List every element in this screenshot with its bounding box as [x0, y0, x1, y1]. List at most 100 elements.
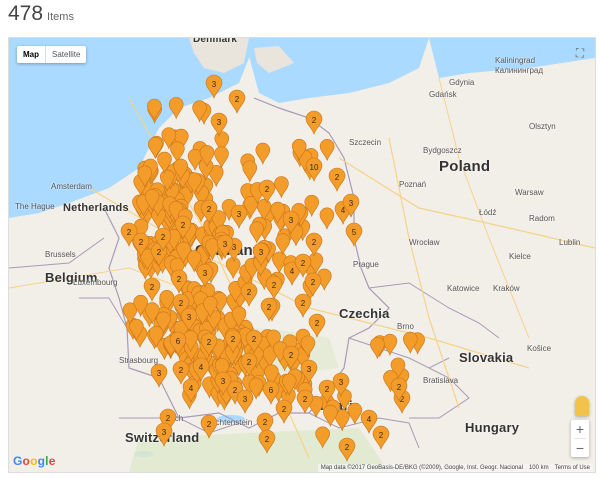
map-cluster-marker[interactable]: 2 — [328, 167, 346, 192]
map-marker-pin[interactable] — [275, 233, 291, 256]
map-cluster-count: 6 — [176, 337, 181, 346]
map-cluster-count: 4 — [199, 363, 204, 372]
map-cluster-count: 2 — [231, 335, 236, 344]
map-type-map-button[interactable]: Map — [17, 46, 45, 63]
google-logo[interactable]: Google — [13, 454, 56, 468]
map-cluster-count: 2 — [379, 431, 384, 440]
map-cluster-marker[interactable]: 2 — [143, 277, 161, 302]
item-count-number: 478 — [8, 2, 44, 25]
map-cluster-count: 2 — [345, 443, 350, 452]
map-marker-pin[interactable] — [323, 404, 338, 428]
map-cluster-count: 3 — [289, 216, 294, 225]
map-cluster-count: 2 — [282, 405, 287, 414]
map-marker-pin[interactable] — [249, 221, 265, 244]
zoom-control: + − — [571, 420, 589, 457]
map-attribution: Map data ©2017 GeoBasis-DE/BKG (©2009), … — [317, 464, 593, 472]
map-cluster-count: 2 — [301, 299, 306, 308]
zoom-out-button[interactable]: − — [571, 439, 589, 457]
map-cluster-marker[interactable]: 10 — [305, 157, 323, 182]
map-cluster-marker[interactable]: 3 — [236, 389, 254, 414]
street-view-pegman-icon[interactable] — [575, 396, 589, 416]
map-cluster-count: 3 — [339, 378, 344, 387]
map-cluster-count: 2 — [207, 338, 212, 347]
map-marker-pin[interactable] — [274, 176, 289, 199]
map-cluster-count: 2 — [289, 351, 294, 360]
map-cluster-count: 2 — [179, 366, 184, 375]
map-cluster-count: 2 — [181, 221, 186, 230]
map-marker-pin[interactable] — [168, 97, 184, 120]
map-cluster-count: 2 — [161, 233, 166, 242]
map-marker-pin[interactable] — [370, 337, 385, 360]
map-cluster-count: 5 — [352, 228, 357, 237]
map-cluster-count: 2 — [267, 303, 272, 312]
map-cluster-marker[interactable]: 3 — [150, 363, 168, 388]
map-cluster-count: 2 — [150, 283, 155, 292]
map-marker-pin[interactable] — [242, 160, 258, 183]
map-cluster-marker[interactable]: 3 — [205, 74, 223, 99]
map-cluster-marker[interactable]: 2 — [308, 313, 326, 338]
map-canvas[interactable]: Denmark Poland Netherlands Belgium Germa… — [8, 37, 596, 473]
map-marker-pin[interactable] — [214, 146, 229, 169]
map-cluster-marker[interactable]: 2 — [305, 232, 323, 257]
map-cluster-count: 2 — [311, 278, 316, 287]
map-cluster-count: 3 — [212, 80, 217, 89]
map-cluster-count: 2 — [312, 238, 317, 247]
logo-letter: e — [48, 454, 56, 468]
map-cluster-marker[interactable]: 2 — [200, 414, 218, 439]
map-marker-pin[interactable] — [382, 333, 398, 357]
map-cluster-marker[interactable]: 2 — [260, 297, 278, 322]
map-cluster-count: 2 — [166, 414, 171, 423]
map-cluster-marker[interactable]: 6 — [262, 380, 280, 405]
map-marker-pin[interactable] — [147, 98, 162, 121]
map-cluster-count: 2 — [179, 299, 184, 308]
map-marker-pin[interactable] — [319, 139, 335, 162]
map-cluster-count: 3 — [157, 369, 162, 378]
map-cluster-count: 2 — [265, 435, 270, 444]
map-cluster-count: 3 — [203, 269, 208, 278]
map-marker-pin[interactable] — [255, 142, 271, 165]
item-count: 478 Items — [8, 2, 74, 28]
map-cluster-count: 3 — [349, 199, 354, 208]
map-cluster-marker[interactable]: 5 — [345, 222, 363, 247]
terms-link[interactable]: Terms of Use — [555, 465, 590, 471]
logo-letter: o — [22, 454, 31, 468]
map-cluster-count: 2 — [177, 275, 182, 284]
map-cluster-marker[interactable]: 2 — [305, 110, 323, 135]
map-cluster-count: 2 — [272, 281, 277, 290]
map-cluster-count: 6 — [269, 386, 274, 395]
map-marker-pin[interactable] — [347, 402, 363, 425]
map-cluster-count: 2 — [397, 383, 402, 392]
map-cluster-marker[interactable]: 2 — [228, 89, 246, 114]
map-cluster-marker[interactable]: 2 — [294, 293, 312, 318]
map-cluster-count: 3 — [187, 313, 192, 322]
map-cluster-marker[interactable]: 2 — [338, 437, 356, 462]
map-cluster-marker[interactable]: 2 — [275, 399, 293, 424]
map-cluster-count: 2 — [312, 116, 317, 125]
map-cluster-marker[interactable]: 2 — [265, 275, 283, 300]
zoom-in-button[interactable]: + — [571, 420, 589, 438]
item-count-label: Items — [47, 11, 74, 23]
map-cluster-marker[interactable]: 2 — [296, 389, 314, 414]
logo-letter: G — [13, 454, 23, 468]
map-marker-pin[interactable] — [319, 207, 335, 230]
map-cluster-count: 2 — [139, 238, 144, 247]
map-cluster-marker[interactable]: 3 — [155, 422, 173, 447]
map-cluster-marker[interactable]: 2 — [372, 425, 390, 450]
map-cluster-count: 2 — [252, 335, 257, 344]
map-type-satellite-button[interactable]: Satellite — [46, 46, 86, 63]
map-cluster-count: 2 — [325, 385, 330, 394]
map-cluster-count: 2 — [301, 259, 306, 268]
map-cluster-marker[interactable]: 2 — [258, 429, 276, 454]
map-cluster-marker[interactable]: 3 — [230, 204, 248, 229]
map-marker-pin[interactable] — [225, 256, 241, 280]
map-cluster-count: 2 — [233, 386, 238, 395]
logo-letter: g — [37, 454, 46, 468]
fullscreen-icon[interactable]: ⛶ — [573, 46, 587, 60]
map-marker-pin[interactable] — [315, 426, 330, 449]
scale-label[interactable]: 100 km — [529, 465, 549, 471]
map-marker-pin[interactable] — [402, 331, 418, 355]
map-cluster-count: 2 — [127, 228, 132, 237]
map-cluster-count: 3 — [259, 248, 264, 257]
map-cluster-count: 2 — [265, 185, 270, 194]
logo-letter: o — [30, 454, 38, 468]
